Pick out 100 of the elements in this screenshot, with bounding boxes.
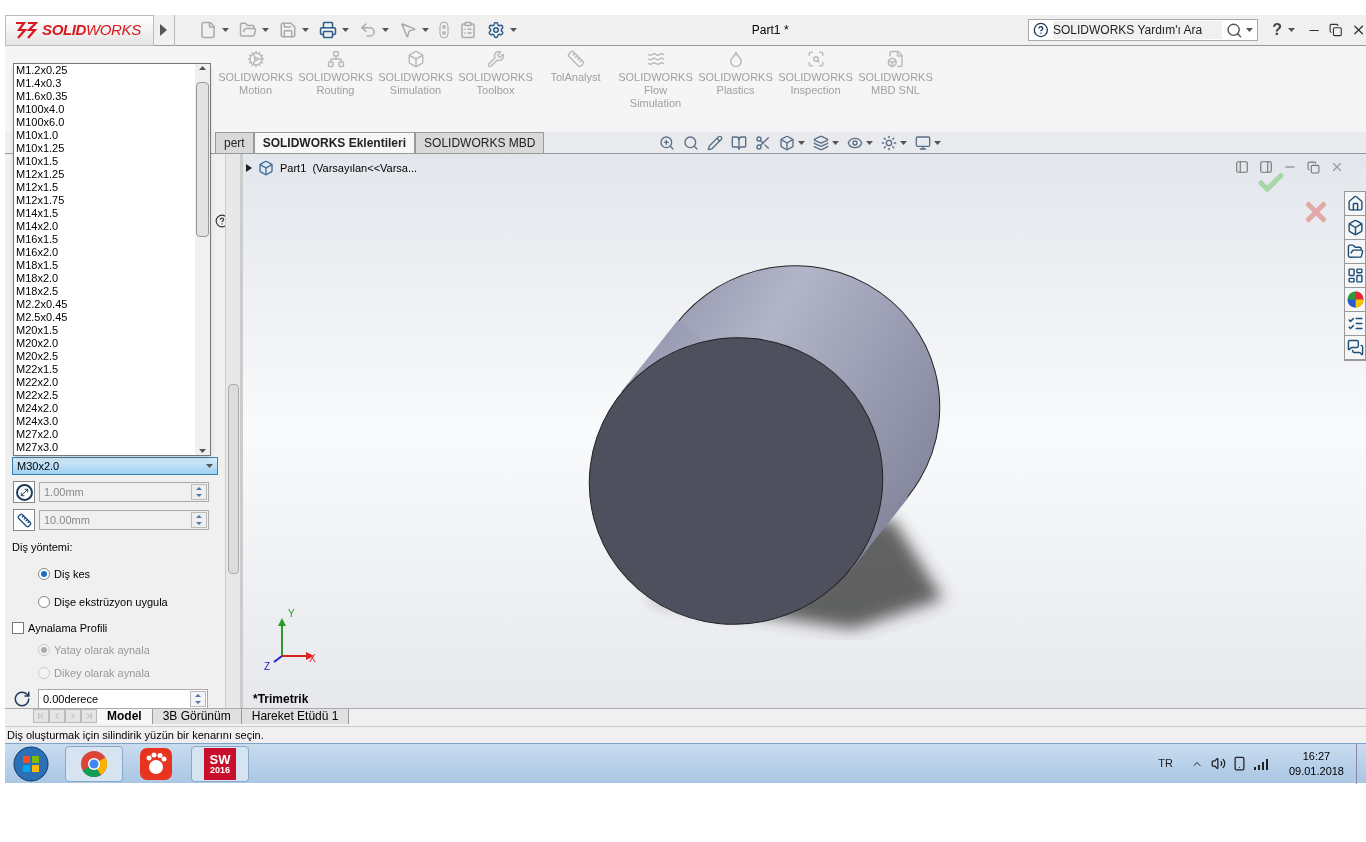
panel-right-icon[interactable] <box>1259 160 1273 174</box>
scissors-icon[interactable] <box>755 134 772 151</box>
logo[interactable]: SOLIDWORKS <box>5 14 154 46</box>
tab[interactable]: Hareket Etüdü 1 <box>241 708 350 724</box>
zoom-icon[interactable] <box>659 134 676 151</box>
sun-icon[interactable] <box>881 134 898 151</box>
expand-arrow-icon[interactable] <box>246 164 252 173</box>
dropdown-option[interactable]: M24x3.0 <box>16 415 195 428</box>
caret-icon[interactable] <box>900 140 908 145</box>
caret-icon[interactable] <box>1246 28 1254 32</box>
length-icon <box>13 509 35 531</box>
device-icon[interactable] <box>1231 756 1247 771</box>
tab[interactable]: SOLIDWORKS Eklentileri <box>253 132 416 153</box>
angle-icon <box>13 690 31 708</box>
dropdown-option[interactable]: M10x1.5 <box>16 155 195 168</box>
tab[interactable]: SOLIDWORKS MBD <box>415 132 545 153</box>
thread-size-dropdown[interactable]: M30x2.0 <box>12 457 218 475</box>
cube-icon[interactable] <box>1346 219 1364 236</box>
tab[interactable]: pert <box>215 132 254 153</box>
home-icon[interactable] <box>1346 195 1364 212</box>
cube-icon[interactable] <box>779 134 796 151</box>
dropdown-option[interactable]: M22x2.5 <box>16 389 195 402</box>
dropdown-option[interactable]: M22x2.0 <box>16 376 195 389</box>
caret-icon[interactable] <box>798 140 806 145</box>
dropdown-option[interactable]: M100x4.0 <box>16 103 195 116</box>
section-label: Diş yöntemi: <box>11 540 74 555</box>
caret-icon[interactable] <box>934 140 942 145</box>
layout-icon[interactable] <box>1346 267 1364 284</box>
dropdown-option[interactable]: M20x2.0 <box>16 337 195 350</box>
dropdown-option[interactable]: M16x1.5 <box>16 233 195 246</box>
radio-label[interactable]: Diş kes <box>54 565 91 582</box>
caret-icon[interactable] <box>509 28 517 32</box>
caret-icon[interactable] <box>261 28 269 32</box>
spinner-control[interactable] <box>190 691 206 707</box>
settings-icon[interactable] <box>486 21 505 39</box>
start-button[interactable] <box>11 744 51 783</box>
dropdown-option[interactable]: M2.2x0.45 <box>16 298 195 311</box>
number-field[interactable]: 0.00derece <box>38 689 208 709</box>
print-icon[interactable] <box>318 21 337 39</box>
dropdown-option[interactable]: M12x1.25 <box>16 168 195 181</box>
language-indicator[interactable]: TR <box>1158 755 1173 772</box>
folder-icon[interactable] <box>1346 243 1364 260</box>
axis-label: Y <box>288 607 295 621</box>
taskbar-app[interactable] <box>65 745 123 782</box>
dropdown-option[interactable]: M1.6x0.35 <box>16 90 195 103</box>
dropdown-option[interactable]: M2.5x0.45 <box>16 311 195 324</box>
dropdown-option[interactable]: M18x2.0 <box>16 272 195 285</box>
help-menu[interactable]: ? <box>1272 18 1283 42</box>
restore-icon[interactable] <box>1329 23 1343 37</box>
caret-icon[interactable] <box>301 28 309 32</box>
scroll-down-icon[interactable] <box>199 449 206 453</box>
panel-left-icon[interactable] <box>1235 160 1249 174</box>
speaker-icon[interactable] <box>1210 756 1226 771</box>
dropdown-option[interactable]: M100x6.0 <box>16 116 195 129</box>
dropdown-option[interactable]: M16x2.0 <box>16 246 195 259</box>
dropdown-option[interactable]: M20x2.5 <box>16 350 195 363</box>
caret-icon[interactable] <box>381 28 389 32</box>
dropdown-option[interactable]: M22x1.5 <box>16 363 195 376</box>
radio-button[interactable] <box>38 567 50 580</box>
signal-icon[interactable] <box>1252 757 1269 770</box>
caret-icon[interactable] <box>832 140 840 145</box>
dropdown-option[interactable]: M20x1.5 <box>16 324 195 337</box>
dropdown-option[interactable]: M1.4x0.3 <box>16 77 195 90</box>
layers-icon[interactable] <box>813 134 830 151</box>
caret-icon[interactable] <box>866 140 874 145</box>
panel-scrollbar[interactable] <box>225 154 240 708</box>
dropdown-option[interactable]: M24x2.0 <box>16 402 195 415</box>
chat-icon[interactable] <box>1346 339 1364 356</box>
checkbox-option[interactable]: Aynalama Profili <box>5 619 225 636</box>
dropdown-option[interactable]: M10x1.25 <box>16 142 195 155</box>
dropdown-option[interactable]: M27x3.0 <box>16 441 195 454</box>
list-scrollbar[interactable] <box>195 64 210 455</box>
book-icon[interactable] <box>731 134 748 151</box>
dropdown-option[interactable]: M1.2x0.25 <box>16 64 195 77</box>
dropdown-option[interactable]: M18x2.5 <box>16 285 195 298</box>
monitor-icon[interactable] <box>915 134 932 151</box>
caret-icon[interactable] <box>341 28 349 32</box>
color-ball-icon[interactable] <box>1346 291 1364 308</box>
caret-icon[interactable] <box>1288 28 1296 32</box>
tree-item[interactable]: Part1 (Varsayılan<<Varsa... <box>280 160 418 177</box>
dropdown-option[interactable]: M12x1.75 <box>16 194 195 207</box>
list-icon[interactable] <box>1346 315 1364 332</box>
dropdown-option[interactable]: M14x2.0 <box>16 220 195 233</box>
dropdown-option[interactable]: M18x1.5 <box>16 259 195 272</box>
dropdown-option[interactable]: M27x2.0 <box>16 428 195 441</box>
dropdown-option[interactable]: M10x1.0 <box>16 129 195 142</box>
pencil-icon[interactable] <box>707 134 724 151</box>
search-icon[interactable] <box>683 134 700 151</box>
caret-icon[interactable] <box>206 464 213 468</box>
caret-icon[interactable] <box>221 28 229 32</box>
dropdown-option[interactable]: M14x1.5 <box>16 207 195 220</box>
dropdown-option[interactable]: M12x1.5 <box>16 181 195 194</box>
scroll-up-icon[interactable] <box>199 66 206 70</box>
search-icon[interactable] <box>1225 21 1243 39</box>
tab[interactable]: 3B Görünüm <box>152 708 242 724</box>
help-search-field[interactable]: SOLIDWORKS Yardım'ı Ara <box>1028 19 1259 41</box>
radio-button[interactable] <box>38 596 50 609</box>
taskbar-app[interactable]: SW 2016 <box>191 745 249 782</box>
caret-icon[interactable] <box>421 28 429 32</box>
radio-label[interactable]: Dişe ekstrüzyon uygula <box>54 594 168 611</box>
